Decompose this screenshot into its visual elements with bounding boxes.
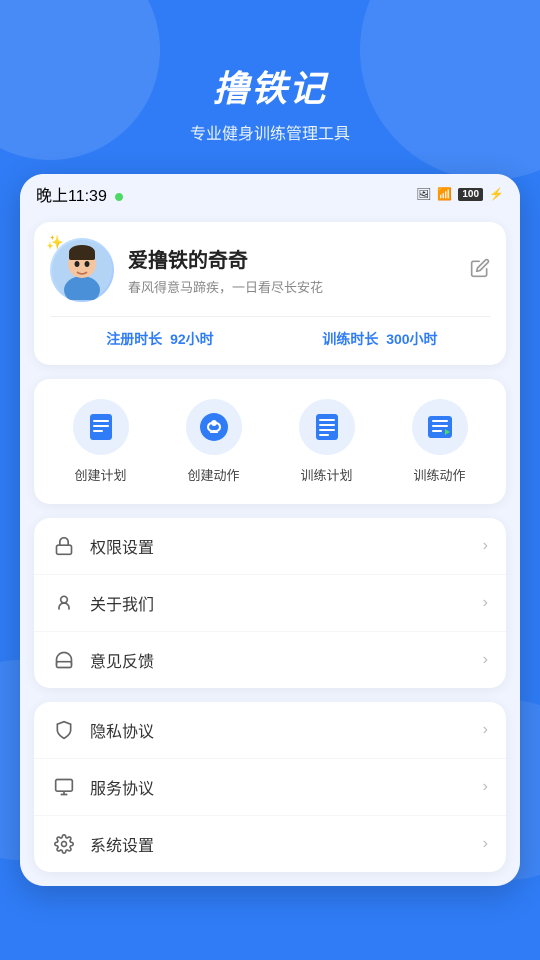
action-create-plan[interactable]: 创建计划 <box>73 399 129 484</box>
privacy-icon <box>52 718 76 742</box>
service-label: 服务协议 <box>90 775 483 799</box>
header: 撸铁记 专业健身训练管理工具 <box>0 0 540 174</box>
status-bar: 晚上11:39 🖼 📶 100 ⚡ <box>20 174 520 212</box>
stat-training-label: 训练时长 <box>322 331 378 347</box>
menu-item-settings[interactable]: 系统设置 › <box>34 816 506 872</box>
battery-icon: 100 <box>458 188 483 201</box>
create-move-label: 创建动作 <box>187 465 239 484</box>
quick-actions: 创建计划 创建动作 <box>34 379 506 504</box>
profile-stats: 注册时长 92小时 训练时长 300小时 <box>50 316 490 349</box>
image-icon: 🖼 <box>416 187 431 201</box>
menu-item-permissions[interactable]: 权限设置 › <box>34 518 506 575</box>
permissions-label: 权限设置 <box>90 534 483 558</box>
stat-training-value: 300小时 <box>386 331 437 347</box>
page-container: 撸铁记 专业健身训练管理工具 晚上11:39 🖼 📶 100 ⚡ <box>0 0 540 926</box>
create-move-icon <box>186 399 242 455</box>
about-icon <box>52 591 76 615</box>
action-training-plan[interactable]: 训练计划 <box>299 399 355 484</box>
menu-section-2: 隐私协议 › 服务协议 › <box>34 702 506 872</box>
wifi-icon: 📶 <box>437 187 452 201</box>
menu-item-about[interactable]: 关于我们 › <box>34 575 506 632</box>
profile-card: ✨ 爱撸铁的奇奇 春风得意马蹄疾，一日看尽长安花 注册时长 92小时 <box>34 222 506 365</box>
create-plan-label: 创建计划 <box>74 465 126 484</box>
privacy-arrow: › <box>483 721 488 739</box>
training-move-icon <box>412 399 468 455</box>
profile-info: 爱撸铁的奇奇 春风得意马蹄疾，一日看尽长安花 <box>128 244 470 296</box>
action-create-move[interactable]: 创建动作 <box>186 399 242 484</box>
permissions-arrow: › <box>483 537 488 555</box>
avatar-container: ✨ <box>50 238 114 302</box>
stat-registration: 注册时长 92小时 <box>50 329 270 349</box>
about-label: 关于我们 <box>90 591 483 615</box>
service-icon <box>52 775 76 799</box>
service-arrow: › <box>483 778 488 796</box>
training-plan-label: 训练计划 <box>300 465 352 484</box>
stat-registration-label: 注册时长 <box>106 331 162 347</box>
menu-section-1: 权限设置 › 关于我们 › <box>34 518 506 688</box>
stat-registration-value: 92小时 <box>170 331 214 347</box>
phone-mockup: 晚上11:39 🖼 📶 100 ⚡ <box>20 174 520 886</box>
settings-label: 系统设置 <box>90 832 483 856</box>
training-move-label: 训练动作 <box>413 465 465 484</box>
avatar-stars: ✨ <box>46 234 63 251</box>
profile-motto: 春风得意马蹄疾，一日看尽长安花 <box>128 277 470 296</box>
menu-item-feedback[interactable]: 意见反馈 › <box>34 632 506 688</box>
settings-arrow: › <box>483 835 488 853</box>
edit-button[interactable] <box>470 258 490 283</box>
training-plan-icon <box>299 399 355 455</box>
app-subtitle: 专业健身训练管理工具 <box>20 120 520 144</box>
privacy-label: 隐私协议 <box>90 718 483 742</box>
create-plan-icon <box>73 399 129 455</box>
feedback-arrow: › <box>483 651 488 669</box>
lock-icon <box>52 534 76 558</box>
feedback-label: 意见反馈 <box>90 648 483 672</box>
menu-item-service[interactable]: 服务协议 › <box>34 759 506 816</box>
status-time: 晚上11:39 <box>36 182 123 206</box>
status-dot <box>115 193 123 201</box>
profile-top: ✨ 爱撸铁的奇奇 春风得意马蹄疾，一日看尽长安花 <box>50 238 490 302</box>
action-training-move[interactable]: 训练动作 <box>412 399 468 484</box>
menu-item-privacy[interactable]: 隐私协议 › <box>34 702 506 759</box>
settings-icon <box>52 832 76 856</box>
charging-icon: ⚡ <box>489 187 504 201</box>
app-title: 撸铁记 <box>20 60 520 112</box>
status-icons: 🖼 📶 100 ⚡ <box>416 187 504 201</box>
stat-training: 训练时长 300小时 <box>270 329 490 349</box>
feedback-icon <box>52 648 76 672</box>
about-arrow: › <box>483 594 488 612</box>
profile-name: 爱撸铁的奇奇 <box>128 244 470 273</box>
